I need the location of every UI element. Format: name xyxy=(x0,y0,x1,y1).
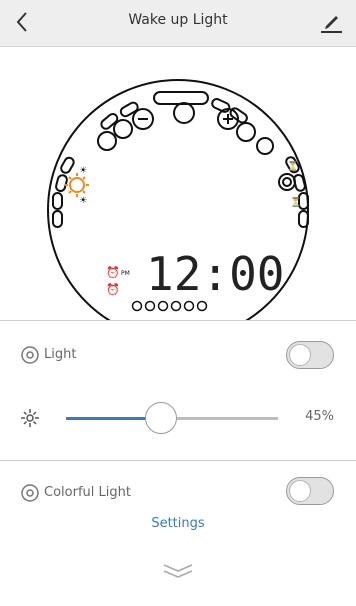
svg-text:⏰: ⏰ xyxy=(106,282,120,296)
expand-chevron-down-icon[interactable] xyxy=(160,561,196,581)
pm-label: PM xyxy=(121,270,130,277)
svg-text:☀: ☀ xyxy=(79,166,87,176)
colorful-light-section: Colorful Light Settings xyxy=(0,460,356,606)
svg-text:☀: ☀ xyxy=(79,196,87,206)
brightness-slider[interactable] xyxy=(66,402,278,434)
colorful-light-label: Colorful Light xyxy=(44,485,131,500)
colorful-light-toggle[interactable] xyxy=(286,477,334,505)
toggle-knob xyxy=(289,344,311,366)
colorful-light-bulb-icon xyxy=(20,483,40,503)
toggle-knob xyxy=(289,480,311,502)
header: Wake up Light xyxy=(0,0,356,47)
svg-text:⏰: ⏰ xyxy=(106,265,120,279)
svg-text:⏳: ⏳ xyxy=(290,196,301,208)
svg-text:⏳: ⏳ xyxy=(287,160,298,172)
clock-time: 12:00 xyxy=(146,247,284,301)
settings-link[interactable]: Settings xyxy=(0,516,356,531)
light-section: Light 45% xyxy=(0,320,356,461)
light-label: Light xyxy=(44,347,77,362)
device-preview: ☀ ☀ ⏳ ⏳ ⏰ ⏰ PM 12:00 xyxy=(0,47,356,320)
device-face: ☀ ☀ ⏳ ⏳ ⏰ ⏰ PM 12:00 xyxy=(47,79,309,320)
brightness-sun-icon xyxy=(20,408,40,428)
page-title: Wake up Light xyxy=(128,12,228,28)
light-toggle[interactable] xyxy=(286,341,334,369)
brightness-percent: 45% xyxy=(305,409,334,424)
light-bulb-icon xyxy=(20,345,40,365)
brightness-slider-thumb[interactable] xyxy=(145,402,178,434)
edit-pencil-icon[interactable] xyxy=(318,9,344,35)
